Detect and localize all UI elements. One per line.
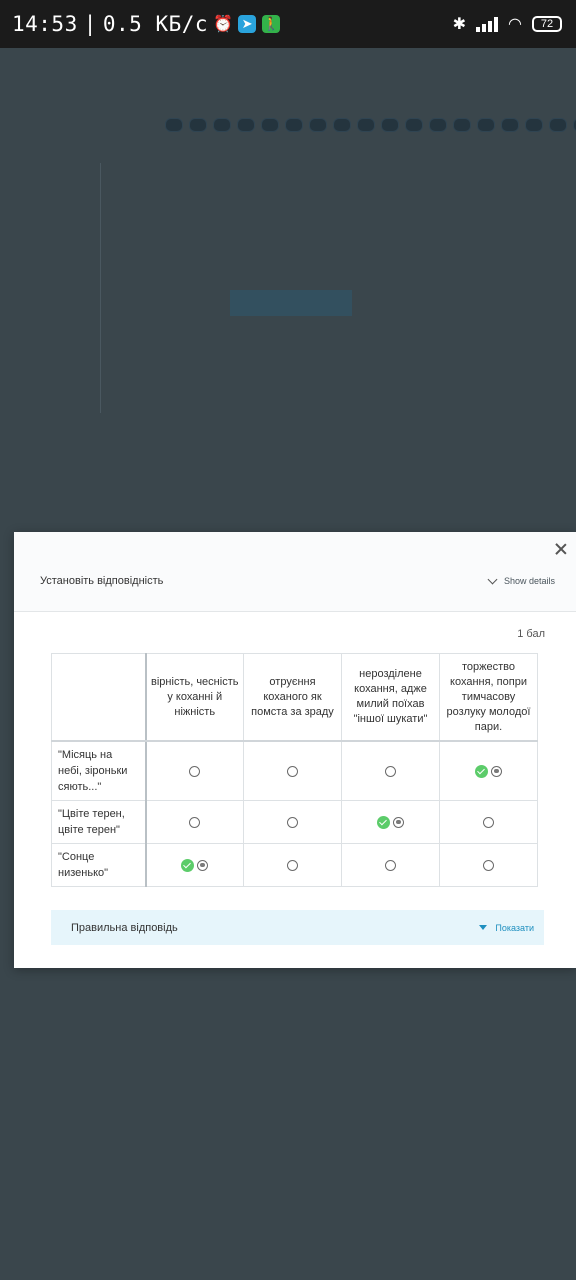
radio-button[interactable] (483, 859, 494, 871)
matrix-cell (341, 843, 440, 887)
caret-down-icon (479, 925, 488, 930)
close-icon[interactable] (554, 542, 568, 556)
question-details-modal: Установіть відповідність Show details 1 … (14, 532, 576, 968)
radio-button[interactable] (287, 765, 298, 777)
battery-icon: 72 (532, 16, 562, 32)
radio-button[interactable] (385, 765, 396, 777)
chevron-down-icon (487, 574, 498, 584)
status-bar: 14:53 | 0.5 КБ/с ⏰ ➤ 🚶 ✱ ◠ 72 (0, 0, 576, 48)
matrix-cell (341, 800, 440, 844)
radio-button[interactable] (483, 816, 494, 828)
show-answer-toggle[interactable]: Показати (479, 923, 534, 933)
walk-icon: 🚶 (262, 15, 281, 33)
matrix-row: "Сонце низенько" (51, 843, 538, 887)
status-bar-left: 14:53 | 0.5 КБ/с ⏰ ➤ 🚶 (12, 12, 281, 36)
column-header: нерозділене кохання, адже милий поїхав "… (341, 653, 440, 742)
radio-button-selected[interactable] (393, 816, 404, 828)
show-answer-label: Показати (495, 922, 534, 933)
background-panel (0, 163, 101, 413)
radio-button[interactable] (189, 816, 201, 828)
alarm-icon: ⏰ (213, 16, 233, 33)
matrix-cell (341, 740, 440, 801)
matrix-corner (51, 653, 147, 742)
network-speed: 0.5 КБ/с (102, 12, 209, 36)
score-label: 1 бал (517, 628, 545, 640)
radio-button[interactable] (189, 765, 201, 777)
matrix-cell (145, 800, 244, 844)
show-details-toggle[interactable]: Show details (487, 574, 555, 586)
correct-check-icon (475, 764, 488, 778)
signal-icon (476, 16, 499, 32)
correct-answer-bar[interactable]: Правильна відповідь Показати (51, 910, 544, 945)
correct-check-icon (377, 815, 390, 829)
matching-matrix: вірність, чесність у коханні й ніжність … (51, 653, 538, 887)
column-header: отруєння коханого як помста за зраду (243, 653, 342, 742)
matrix-cell (145, 740, 244, 801)
column-header: торжество кохання, попри тимчасову розлу… (439, 653, 538, 742)
matrix-cell (145, 843, 244, 887)
column-header: вірність, чесність у коханні й ніжність (145, 653, 244, 742)
matrix-cell (439, 843, 538, 887)
radio-button[interactable] (287, 859, 298, 871)
radio-button-selected[interactable] (491, 765, 502, 777)
radio-button[interactable] (287, 816, 298, 828)
bluetooth-icon: ✱ (452, 16, 467, 33)
correct-answer-label: Правильна відповідь (71, 921, 178, 934)
matrix-row: "Місяць на небі, зіроньки сяють..." (51, 740, 538, 801)
matrix-cell (243, 740, 342, 801)
wifi-icon: ◠ (508, 16, 522, 33)
matrix-cell (243, 800, 342, 844)
matrix-cell (243, 843, 342, 887)
matrix-cell (439, 740, 538, 801)
background-progress-dots (165, 118, 576, 132)
background-button (230, 290, 352, 316)
modal-header: Установіть відповідність Show details (14, 532, 576, 612)
radio-button[interactable] (385, 859, 396, 871)
matrix-row: "Цвіте терен, цвіте терен" (51, 800, 538, 844)
correct-check-icon (181, 858, 195, 872)
matrix-header-row: вірність, чесність у коханні й ніжність … (51, 653, 538, 742)
row-label: "Сонце низенько" (51, 843, 147, 887)
telegram-icon: ➤ (238, 15, 257, 33)
row-label: "Цвіте терен, цвіте терен" (51, 800, 147, 844)
status-time: 14:53 (12, 12, 78, 36)
question-title: Установіть відповідність (40, 575, 164, 587)
row-label: "Місяць на небі, зіроньки сяють..." (51, 740, 147, 801)
matrix-cell (439, 800, 538, 844)
status-separator: | (83, 12, 97, 36)
show-details-label: Show details (503, 576, 555, 586)
radio-button-selected[interactable] (197, 859, 209, 871)
status-bar-right: ✱ ◠ 72 (453, 14, 562, 34)
